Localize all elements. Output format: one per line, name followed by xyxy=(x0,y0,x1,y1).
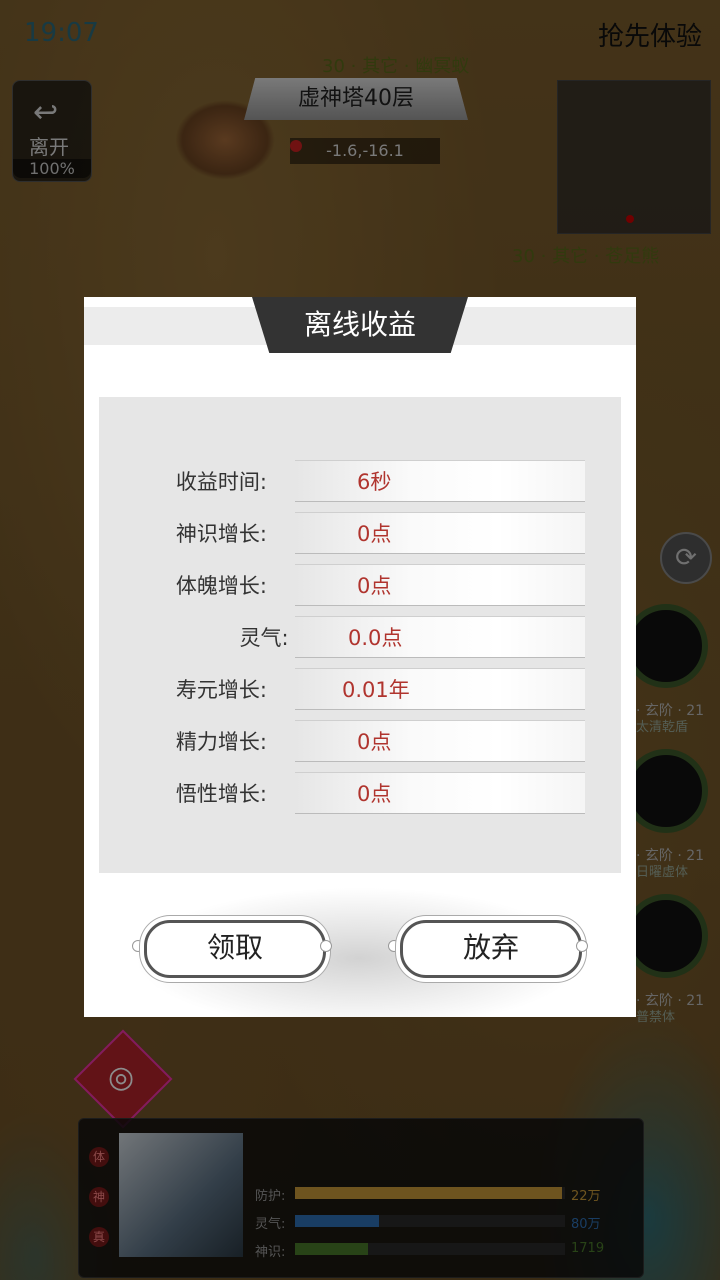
earnings-row: 神识增长: 0点 xyxy=(99,506,621,558)
row-value: 0.01年 xyxy=(342,678,410,702)
earnings-row: 精力增长: 0点 xyxy=(99,714,621,766)
abandon-button[interactable]: 放弃 xyxy=(400,920,582,978)
offline-earnings-dialog: 离线收益 收益时间: 6秒 神识增长: 0点 体魄增长: 0点 灵气: 0.0点… xyxy=(84,297,636,1017)
row-label: 精力增长: xyxy=(175,730,267,754)
row-band xyxy=(295,720,585,762)
claim-button[interactable]: 领取 xyxy=(144,920,326,978)
row-value: 0点 xyxy=(357,782,392,806)
row-band xyxy=(295,668,585,710)
earnings-row: 灵气: 0.0点 xyxy=(99,610,621,662)
earnings-list: 收益时间: 6秒 神识增长: 0点 体魄增长: 0点 灵气: 0.0点 寿元增长… xyxy=(99,397,621,873)
button-ornament xyxy=(320,940,332,952)
row-value: 0.0点 xyxy=(348,626,403,650)
earnings-row: 体魄增长: 0点 xyxy=(99,558,621,610)
button-ornament xyxy=(576,940,588,952)
row-band xyxy=(295,460,585,502)
dialog-title: 离线收益 xyxy=(303,308,416,341)
button-ornament xyxy=(132,940,144,952)
earnings-row: 悟性增长: 0点 xyxy=(99,766,621,818)
row-label: 收益时间: xyxy=(175,470,267,494)
earnings-row: 收益时间: 6秒 xyxy=(99,454,621,506)
earnings-row: 寿元增长: 0.01年 xyxy=(99,662,621,714)
row-value: 6秒 xyxy=(357,470,392,494)
row-band xyxy=(295,772,585,814)
row-value: 0点 xyxy=(357,730,392,754)
button-ornament xyxy=(388,940,400,952)
row-label: 寿元增长: xyxy=(175,678,267,702)
row-label: 体魄增长: xyxy=(175,574,267,598)
row-value: 0点 xyxy=(357,522,392,546)
row-label: 灵气: xyxy=(239,626,289,650)
row-band xyxy=(295,512,585,554)
row-band xyxy=(295,564,585,606)
row-label: 悟性增长: xyxy=(175,782,267,806)
row-label: 神识增长: xyxy=(175,522,267,546)
row-value: 0点 xyxy=(357,574,392,598)
